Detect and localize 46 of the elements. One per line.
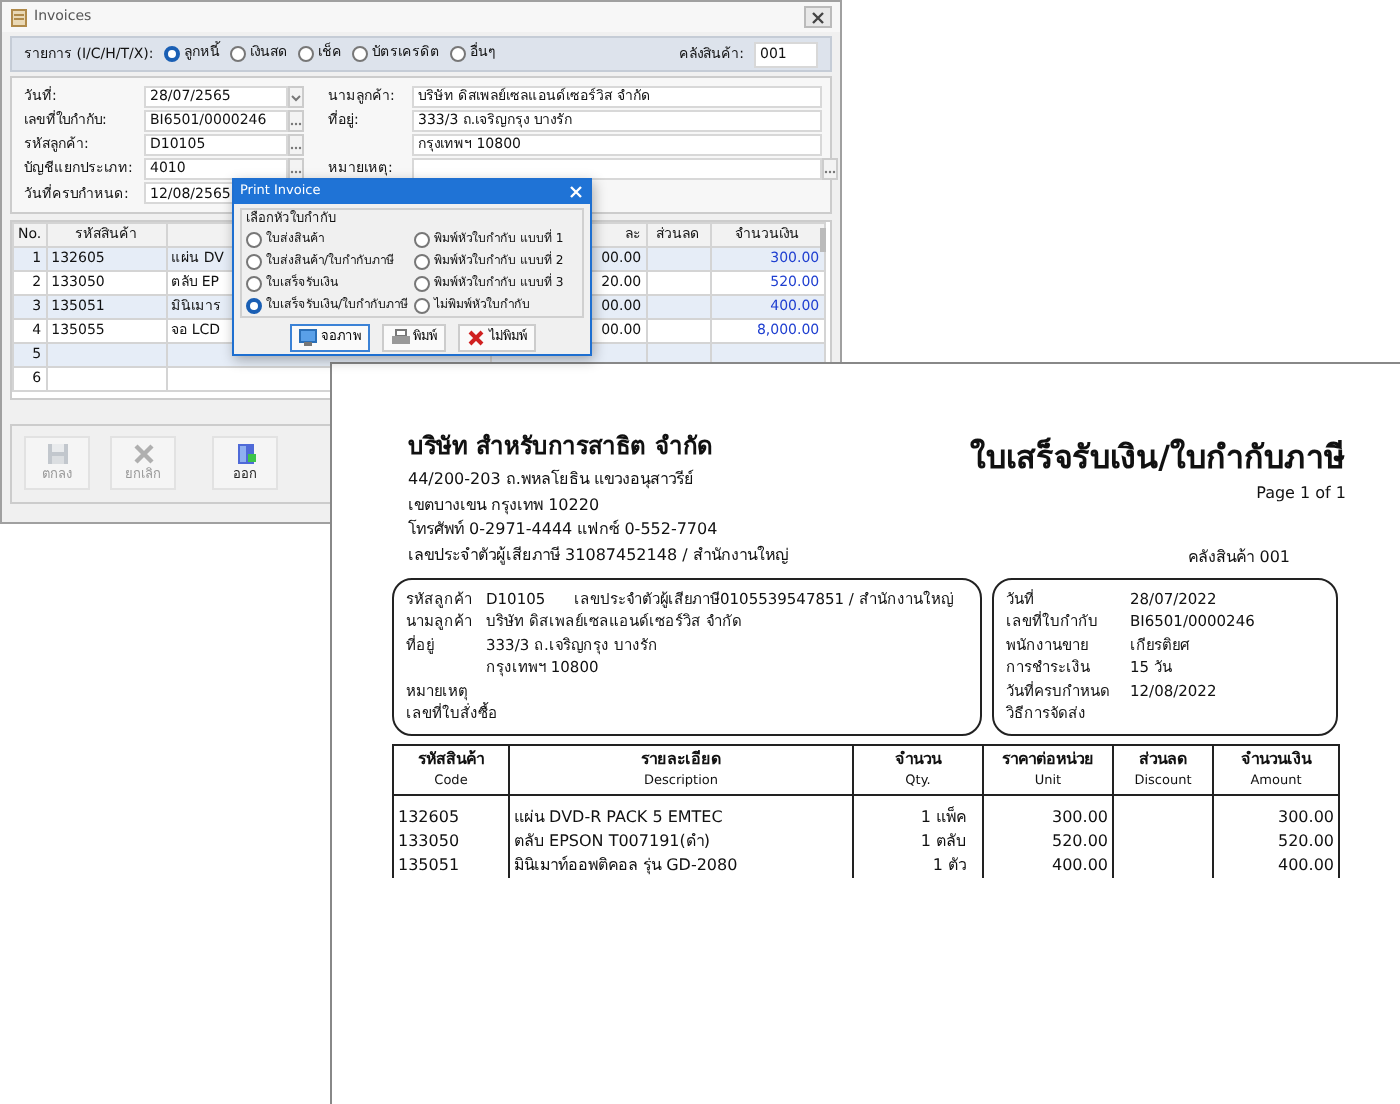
column-header: จำนวน xyxy=(895,749,941,768)
table-cell: 300.00 xyxy=(1278,807,1334,826)
column-header: รายละเอียด xyxy=(641,749,721,768)
close-button[interactable] xyxy=(804,6,832,28)
table-cell: มินิเมาท์ออพติคอล รุ่น GD-2080 xyxy=(514,855,738,874)
x-icon xyxy=(465,328,485,348)
address-line: 44/200-203 ถ.พหลโยธิน แขวงอนุสาวรีย์ xyxy=(408,470,694,488)
address-line: โทรศัพท์ 0-2971-4444 แฟกซ์ 0-552-7704 xyxy=(408,520,718,539)
table-cell: แผ่น DVD-R PACK 5 EMTEC xyxy=(514,807,723,826)
column-header: จำนวนเงิน xyxy=(1241,749,1311,768)
app-icon xyxy=(10,7,28,27)
door-icon xyxy=(233,441,257,466)
table-cell: ตลับ EPSON T007191(ดำ) xyxy=(514,831,710,850)
address-line: เขตบางเขน กรุงเทพ 10220 xyxy=(408,495,600,514)
table-cell: 1 แพ็ค xyxy=(920,807,966,826)
lookup-button[interactable] xyxy=(288,158,304,181)
table-cell: 400.00 xyxy=(1052,855,1108,874)
column-header: ส่วนลด xyxy=(1139,749,1187,768)
input-field[interactable] xyxy=(412,158,822,181)
address-line: เลขประจำตัวผู้เสียภาษี 31087452148 / สำนักงานใหญ่ xyxy=(408,546,789,565)
table-cell: 1 ตัว xyxy=(932,855,966,874)
table-cell: 520.00 xyxy=(1052,831,1108,850)
table-cell: 132605 xyxy=(398,807,460,826)
scrollbar[interactable] xyxy=(820,227,826,252)
printer-icon xyxy=(389,328,409,348)
close-icon xyxy=(568,184,584,200)
table-cell: 135051 xyxy=(398,855,460,874)
column-header: รหัสสินค้า xyxy=(418,749,484,768)
lookup-button[interactable] xyxy=(288,109,304,132)
column-header: ราคาต่อหน่วย xyxy=(1002,749,1094,768)
document-title: ใบเสร็จรับเงิน/ใบกำกับภาษี xyxy=(970,435,1346,480)
warehouse-text: คลังสินค้า 001 xyxy=(1188,547,1290,566)
table-cell: 133050 xyxy=(398,831,460,850)
table-cell: 520.00 xyxy=(1278,831,1334,850)
lookup-button[interactable] xyxy=(822,158,838,181)
lookup-button[interactable] xyxy=(288,133,304,156)
company-name: บริษัท สำหรับการสาธิต จำกัด xyxy=(408,430,715,464)
dropdown-button[interactable] xyxy=(288,85,304,108)
close-icon xyxy=(810,9,826,25)
table-cell: 300.00 xyxy=(1052,807,1108,826)
save-icon xyxy=(45,441,69,466)
table-cell: 1 ตลับ xyxy=(920,831,966,850)
table-cell: 400.00 xyxy=(1278,855,1334,874)
x-icon xyxy=(131,441,155,466)
monitor-icon xyxy=(297,328,317,348)
page-number: Page 1 of 1 xyxy=(1254,482,1346,506)
